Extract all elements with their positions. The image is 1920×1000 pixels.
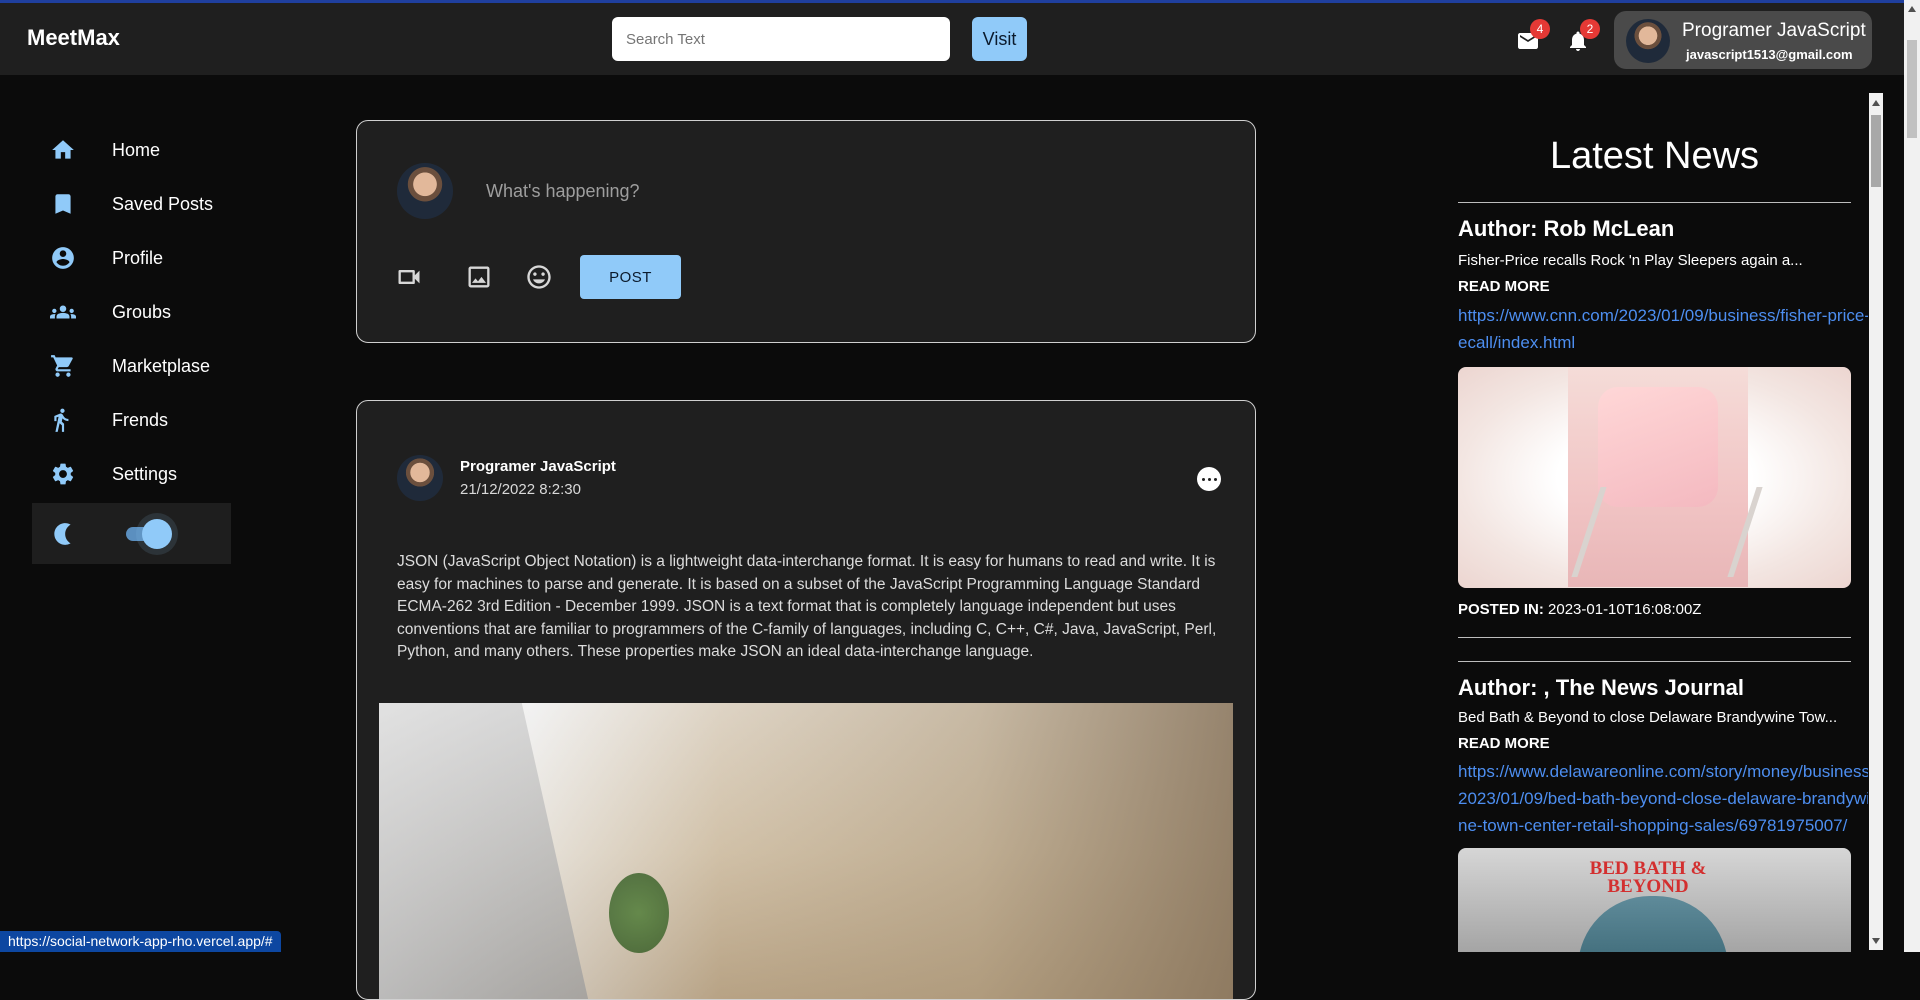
emoji-icon	[527, 265, 551, 289]
news-posted: POSTED IN: 2023-01-10T16:08:00Z	[1458, 601, 1701, 618]
scroll-up-arrow[interactable]	[1908, 6, 1916, 12]
store-sign: BED BATH & BEYOND	[1589, 858, 1707, 897]
user-profile-chip[interactable]: Programer JavaScript javascript1513@gmai…	[1614, 11, 1872, 69]
search-input[interactable]	[612, 17, 950, 61]
avatar	[397, 163, 453, 219]
sidebar-item-label: Groubs	[112, 301, 172, 322]
sidebar-item-label: Frends	[112, 409, 169, 430]
scroll-up-arrow[interactable]	[1872, 100, 1880, 106]
store-entrance-shape	[1578, 896, 1728, 952]
bookmark-icon	[55, 194, 71, 214]
news-description-text: Fisher-Price recalls Rock 'n Play Sleepe…	[1458, 252, 1803, 269]
mail-count-badge: 4	[1530, 19, 1550, 39]
post-author[interactable]: Programer JavaScript	[460, 458, 616, 475]
dot	[1213, 477, 1217, 481]
composer-input[interactable]: What's happening?	[486, 181, 640, 202]
news-image: BED BATH & BEYOND	[1458, 848, 1851, 952]
home-icon	[52, 140, 74, 159]
sidebar-item-marketplace[interactable]: Marketplase	[50, 351, 210, 381]
news-link[interactable]: https://www.cnn.com/2023/01/09/business/…	[1458, 302, 1868, 356]
news-image	[1458, 367, 1851, 588]
post-text: JSON (JavaScript Object Notation) is a l…	[397, 553, 1217, 660]
divider	[1458, 661, 1851, 662]
sidebar-item-settings[interactable]: Settings	[50, 459, 177, 489]
sidebar-item-home[interactable]: Home	[50, 135, 160, 165]
read-more-link[interactable]: READ MORE	[1458, 274, 1838, 300]
sidebar-item-groups[interactable]: Groubs	[50, 297, 171, 327]
sidebar-item-label: Marketplase	[112, 355, 211, 376]
visit-button[interactable]: Visit	[972, 17, 1027, 61]
divider	[1458, 637, 1851, 638]
sidebar-item-saved-posts[interactable]: Saved Posts	[50, 189, 213, 219]
plant-shape	[609, 873, 669, 953]
scroll-down-arrow[interactable]	[1872, 938, 1880, 944]
post-date: 21/12/2022 8:2:30	[460, 481, 581, 498]
sidebar-item-label: Settings	[112, 463, 178, 484]
post-button[interactable]: POST	[580, 255, 681, 299]
news-description: Bed Bath & Beyond to close Delaware Bran…	[1458, 705, 1838, 757]
post-composer: What's happening? POST	[356, 120, 1256, 343]
sidebar-item-label: Profile	[112, 247, 164, 268]
news-author: Author: , The News Journal	[1458, 675, 1745, 700]
news-description-text: Bed Bath & Beyond to close Delaware Bran…	[1458, 709, 1838, 726]
news-link[interactable]: https://www.delawareonline.com/story/mon…	[1458, 758, 1868, 839]
image-button[interactable]	[465, 263, 493, 291]
toggle-knob[interactable]	[142, 519, 172, 549]
user-name: Programer JavaScript	[1682, 20, 1866, 41]
news-author: Author: Rob McLean	[1458, 216, 1675, 241]
scroll-thumb[interactable]	[1871, 115, 1881, 187]
crib-shape	[1568, 367, 1748, 587]
news-title: Latest News	[1549, 135, 1760, 177]
user-email: javascript1513@gmail.com	[1686, 47, 1853, 62]
cart-icon	[51, 355, 73, 377]
feed-post: Programer JavaScript 21/12/2022 8:2:30 J…	[356, 400, 1256, 1000]
video-button[interactable]	[395, 263, 423, 291]
divider	[1458, 202, 1851, 203]
person-icon	[54, 408, 69, 432]
account-circle-icon	[52, 247, 74, 269]
sidebar-item-friends[interactable]: Frends	[50, 405, 168, 435]
mail-button[interactable]: 4	[1516, 19, 1550, 53]
app-logo[interactable]: MeetMax	[27, 25, 120, 51]
news-scrollbar[interactable]	[1869, 93, 1883, 950]
status-bar-url: https://social-network-app-rho.vercel.ap…	[0, 931, 281, 952]
posted-value: 2023-01-10T16:08:00Z	[1548, 601, 1702, 618]
dot	[1207, 477, 1211, 481]
posted-label: POSTED IN:	[1458, 601, 1544, 618]
notifications-button[interactable]: 2	[1566, 19, 1600, 53]
image-icon	[468, 266, 490, 288]
emoji-button[interactable]	[525, 263, 553, 291]
scroll-thumb[interactable]	[1907, 40, 1917, 138]
notification-count-badge: 2	[1580, 19, 1600, 39]
groups-icon	[50, 305, 76, 319]
news-description: Fisher-Price recalls Rock 'n Play Sleepe…	[1458, 248, 1838, 300]
more-options-button[interactable]	[1197, 467, 1221, 491]
latest-news-panel: Latest News Author: Rob McLean Fisher-Pr…	[1458, 95, 1868, 952]
video-camera-icon	[398, 270, 420, 284]
page-scrollbar[interactable]	[1904, 0, 1920, 952]
sidebar-item-label: Saved Posts	[112, 193, 214, 214]
laptop-shape	[379, 703, 589, 999]
avatar	[397, 455, 443, 501]
dark-mode-panel	[32, 503, 231, 564]
gear-icon	[52, 463, 74, 485]
nightlight-icon	[54, 523, 71, 545]
post-image	[379, 703, 1233, 999]
sidebar-item-profile[interactable]: Profile	[50, 243, 163, 273]
sidebar-item-label: Home	[112, 139, 161, 160]
avatar	[1626, 19, 1670, 63]
dot	[1201, 477, 1205, 481]
read-more-link[interactable]: READ MORE	[1458, 735, 1550, 752]
app-header: MeetMax Visit 4 2 Programer JavaScript j…	[0, 3, 1920, 75]
